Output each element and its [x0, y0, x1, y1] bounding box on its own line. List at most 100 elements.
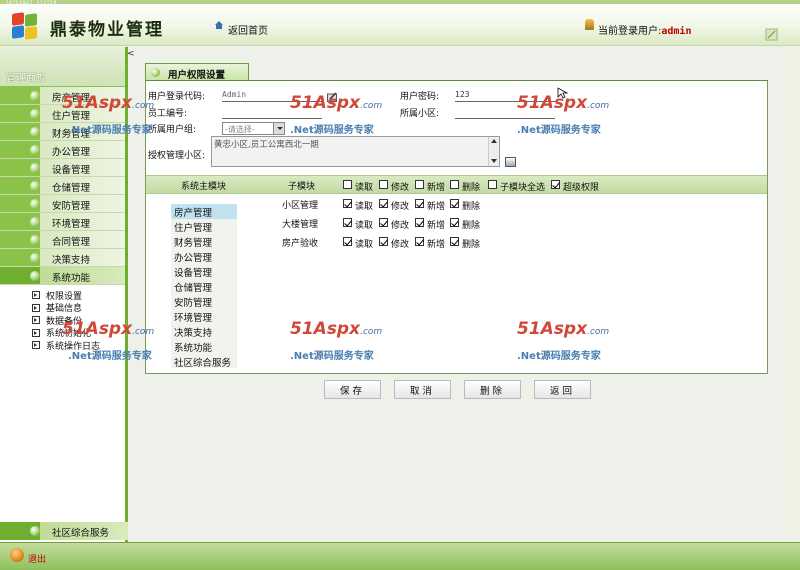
employee-no-field[interactable] — [222, 118, 322, 119]
sidebar-item-contract[interactable]: 合同管理 — [0, 231, 125, 249]
main-module-item[interactable]: 环境管理 — [171, 309, 237, 324]
read-checkbox[interactable] — [343, 218, 352, 227]
header-read-checkbox[interactable] — [343, 180, 352, 189]
auth-community-label: 授权管理小区: — [148, 151, 206, 161]
delete-checkbox[interactable] — [450, 199, 459, 208]
group-select[interactable]: -请选择- — [222, 122, 285, 135]
community-picker-icon[interactable] — [505, 157, 516, 167]
add-checkbox[interactable] — [415, 237, 424, 246]
main-module-item[interactable]: 社区综合服务 — [171, 354, 237, 369]
arrow-box-icon — [32, 316, 40, 325]
bullet-icon — [30, 271, 40, 281]
add-checkbox[interactable] — [415, 218, 424, 227]
add-label: 新增 — [427, 202, 446, 212]
sidebar-item-label: 系统功能 — [52, 273, 91, 284]
sidebar-item-community-service[interactable]: 社区综合服务 — [0, 522, 128, 540]
back-button[interactable]: 返回 — [534, 380, 591, 399]
delete-button[interactable]: 删除 — [464, 380, 521, 399]
sidebar-item-warehouse[interactable]: 仓储管理 — [0, 177, 125, 195]
auth-community-textarea[interactable]: 黄忠小区,员工公寓西北一期 — [211, 136, 500, 167]
community-field[interactable] — [455, 118, 555, 119]
windows-logo-icon — [12, 12, 38, 40]
delete-label: 删除 — [462, 240, 481, 250]
save-button[interactable]: 保存 — [324, 380, 381, 399]
community-label: 所属小区: — [400, 109, 440, 119]
header-delete-checkbox[interactable] — [450, 180, 459, 189]
tab-user-permissions[interactable]: 用户权限设置 — [145, 63, 249, 81]
watermark-slogan: .Net源码服务专家 — [290, 125, 374, 136]
submenu-item-basic-info[interactable]: 基础信息 — [32, 302, 125, 314]
main-module-header: 系统主模块 — [181, 182, 227, 192]
main-module-item[interactable]: 系统功能 — [171, 339, 237, 354]
watermark-logo: 51Aspx.com — [290, 93, 382, 113]
sidebar-item-environment[interactable]: 环境管理 — [0, 213, 125, 231]
sidebar-item-security[interactable]: 安防管理 — [0, 195, 125, 213]
bullet-icon — [151, 68, 160, 77]
read-label: 读取 — [355, 221, 374, 231]
watermark-domain: .com — [132, 101, 155, 111]
main-module-item[interactable]: 房产管理 — [171, 204, 237, 219]
read-checkbox[interactable] — [343, 237, 352, 246]
scroll-down-icon[interactable] — [491, 159, 497, 163]
header-modify-checkbox[interactable] — [379, 180, 388, 189]
super-permission-checkbox[interactable] — [551, 180, 560, 189]
modify-checkbox[interactable] — [379, 218, 388, 227]
auth-community-value: 黄忠小区,员工公寓西北一期 — [214, 140, 319, 150]
watermark-brand: 51Aspx — [517, 319, 588, 339]
arrow-box-icon — [32, 291, 40, 300]
sidebar-item-label: 环境管理 — [52, 219, 91, 230]
sub-module-name: 大楼管理 — [282, 220, 319, 230]
delete-checkbox[interactable] — [450, 237, 459, 246]
sidebar-item-decision[interactable]: 决策支持 — [0, 249, 125, 267]
sidebar-item-label: 合同管理 — [52, 237, 91, 248]
watermark-slogan: .Net源码服务专家 — [517, 351, 601, 362]
header-read-label: 读取 — [355, 183, 374, 193]
main-module-item[interactable]: 办公管理 — [171, 249, 237, 264]
sidebar-item-system[interactable]: 系统功能 — [0, 267, 125, 285]
watermark-brand: 51Aspx — [517, 93, 588, 113]
delete-checkbox[interactable] — [450, 218, 459, 227]
sidebar-collapse-toggle[interactable]: < — [127, 49, 135, 59]
watermark-slogan: .Net源码服务专家 — [68, 125, 152, 136]
bullet-icon — [30, 199, 40, 209]
home-link[interactable]: 返回首页 — [214, 22, 268, 37]
sidebar-item-label: 安防管理 — [52, 201, 91, 212]
sidebar-item-office[interactable]: 办公管理 — [0, 141, 125, 159]
bullet-icon — [30, 181, 40, 191]
arrow-box-icon — [32, 303, 40, 312]
main-module-item[interactable]: 仓储管理 — [171, 279, 237, 294]
tab-label: 用户权限设置 — [168, 70, 226, 81]
power-icon[interactable] — [10, 548, 24, 562]
main-module-item[interactable]: 设备管理 — [171, 264, 237, 279]
exit-link[interactable]: 退出 — [28, 552, 46, 565]
modify-label: 修改 — [391, 202, 410, 212]
cancel-button[interactable]: 取消 — [394, 380, 451, 399]
arrow-box-icon — [32, 328, 40, 337]
submenu-item-permissions[interactable]: 权限设置 — [32, 289, 125, 302]
modify-checkbox[interactable] — [379, 237, 388, 246]
main-module-item[interactable]: 决策支持 — [171, 324, 237, 339]
sub-module-name: 房产验收 — [282, 239, 319, 249]
sidebar-item-equipment[interactable]: 设备管理 — [0, 159, 125, 177]
modify-checkbox[interactable] — [379, 199, 388, 208]
header-add-checkbox[interactable] — [415, 180, 424, 189]
password-field[interactable]: 123 — [455, 90, 469, 99]
arrow-box-icon — [32, 341, 40, 350]
sidebar-header-label: 管理面板 — [6, 73, 46, 84]
select-all-checkbox[interactable] — [488, 180, 497, 189]
chevron-down-icon — [273, 123, 284, 134]
read-checkbox[interactable] — [343, 199, 352, 208]
main-module-item[interactable]: 财务管理 — [171, 234, 237, 249]
read-label: 读取 — [355, 202, 374, 212]
scroll-up-icon[interactable] — [491, 139, 497, 143]
right-scroll-area — [787, 47, 800, 542]
login-code-field[interactable]: Admin — [222, 90, 246, 99]
sub-module-name: 小区管理 — [282, 201, 319, 211]
super-permission-label: 超级权限 — [563, 183, 600, 193]
watermark-domain: .com — [587, 327, 610, 337]
add-checkbox[interactable] — [415, 199, 424, 208]
watermark-logo: 51Aspx.com — [517, 93, 609, 113]
main-module-item[interactable]: 安防管理 — [171, 294, 237, 309]
main-module-item[interactable]: 住户管理 — [171, 219, 237, 234]
select-all-label: 子模块全选 — [500, 183, 546, 193]
